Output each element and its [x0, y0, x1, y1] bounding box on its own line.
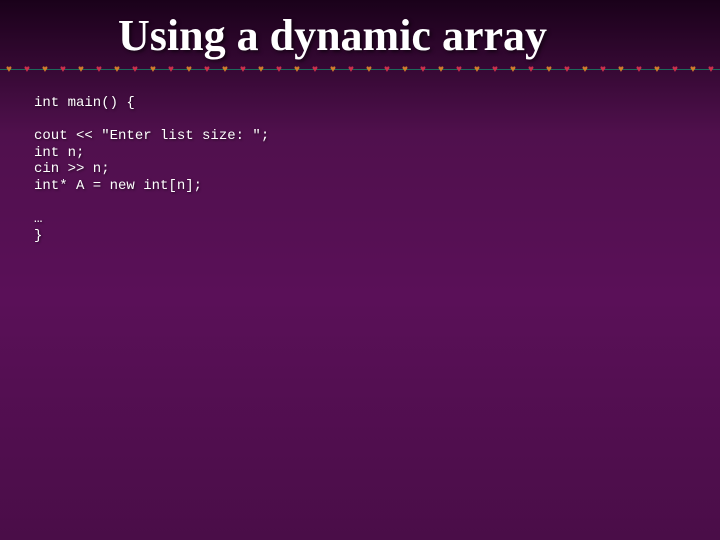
code-line: int* A = new int[n]; [34, 178, 202, 194]
code-block: int main() { cout << "Enter list size: "… [0, 77, 720, 245]
heart-icon [288, 63, 306, 76]
heart-icon [558, 63, 576, 76]
blank-line [34, 195, 720, 211]
code-line: cin >> n; [34, 161, 110, 177]
code-line: cout << "Enter list size: "; [34, 128, 269, 144]
code-line: int main() { [34, 95, 135, 111]
heart-icon [270, 63, 288, 76]
heart-icon [306, 63, 324, 76]
code-line: … [34, 211, 42, 227]
heart-icon [648, 63, 666, 76]
heart-icon [180, 63, 198, 76]
heart-icon [594, 63, 612, 76]
heart-icon [414, 63, 432, 76]
heart-icon [216, 63, 234, 76]
heart-icon [144, 63, 162, 76]
heart-icon [360, 63, 378, 76]
title-wrap: Using a dynamic array [0, 10, 720, 61]
heart-icon [432, 63, 450, 76]
heart-icon [630, 63, 648, 76]
divider [0, 63, 720, 77]
heart-icon [162, 63, 180, 76]
heart-icon [468, 63, 486, 76]
heart-icon [450, 63, 468, 76]
heart-icon [126, 63, 144, 76]
heart-icon [666, 63, 684, 76]
blank-line [34, 112, 720, 128]
heart-icon [0, 63, 18, 76]
heart-icon [540, 63, 558, 76]
heart-icon [612, 63, 630, 76]
heart-icon [54, 63, 72, 76]
slide: Using a dynamic array int main() { cout … [0, 0, 720, 540]
heart-icon [486, 63, 504, 76]
code-line: } [34, 228, 42, 244]
heart-icon [396, 63, 414, 76]
heart-icon [504, 63, 522, 76]
heart-icon [522, 63, 540, 76]
heart-icon [684, 63, 702, 76]
heart-icon [252, 63, 270, 76]
heart-icon [72, 63, 90, 76]
divider-hearts [0, 63, 720, 76]
heart-icon [576, 63, 594, 76]
heart-icon [324, 63, 342, 76]
heart-icon [342, 63, 360, 76]
code-line: int n; [34, 145, 84, 161]
heart-icon [108, 63, 126, 76]
heart-icon [36, 63, 54, 76]
heart-icon [198, 63, 216, 76]
heart-icon [90, 63, 108, 76]
heart-icon [378, 63, 396, 76]
slide-title: Using a dynamic array [118, 10, 720, 61]
heart-icon [18, 63, 36, 76]
heart-icon [702, 63, 720, 76]
heart-icon [234, 63, 252, 76]
